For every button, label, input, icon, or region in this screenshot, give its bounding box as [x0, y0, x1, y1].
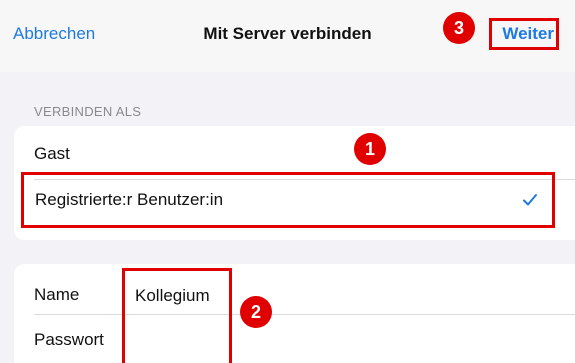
next-button[interactable]: Weiter — [489, 18, 559, 50]
navigation-bar: Abbrechen Mit Server verbinden Weiter — [0, 0, 575, 72]
step-marker-1: 1 — [354, 133, 386, 165]
option-registered-user[interactable]: Registrierte:r Benutzer:in — [21, 172, 555, 228]
divider — [34, 314, 575, 315]
step-marker-3: 3 — [443, 12, 475, 44]
credentials-input-area: Kollegium — [122, 268, 232, 363]
option-registered-user-label: Registrierte:r Benutzer:in — [35, 190, 224, 209]
password-label: Passwort — [34, 330, 104, 349]
name-label: Name — [34, 285, 80, 304]
credentials-group: Name Passwort — [14, 264, 575, 363]
step-marker-2: 2 — [240, 296, 272, 328]
section-header-connect-as: VERBINDEN ALS — [34, 104, 142, 119]
name-field[interactable]: Kollegium — [135, 286, 210, 306]
password-field[interactable] — [125, 328, 229, 363]
checkmark-icon — [523, 194, 537, 206]
option-guest[interactable]: Gast — [34, 144, 70, 164]
